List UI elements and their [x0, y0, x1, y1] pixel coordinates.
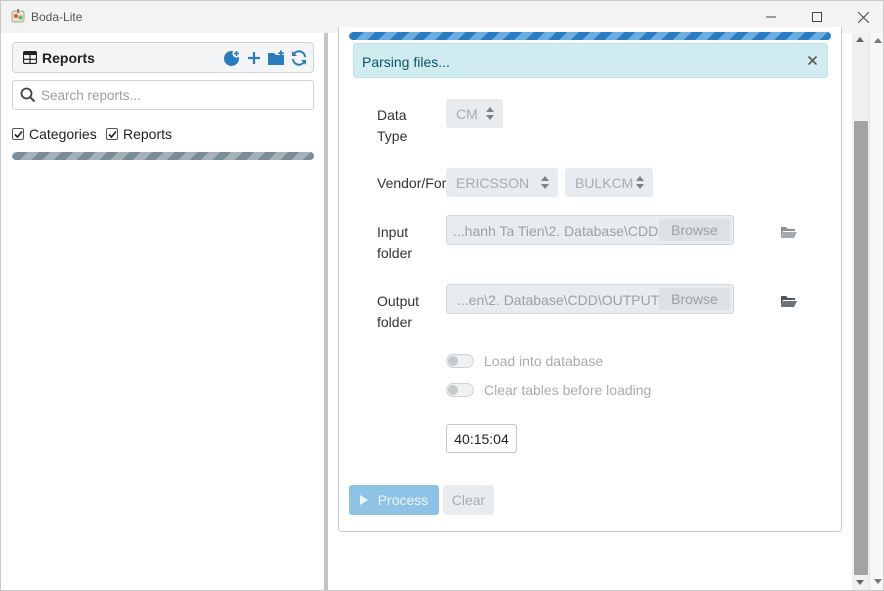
process-form: Parsing files... Data Type CM Vendor/For…	[338, 27, 842, 532]
close-window-button[interactable]	[840, 1, 883, 33]
alert-text: Parsing files...	[362, 54, 450, 70]
search-icon	[20, 87, 36, 103]
data-type-label-line2: Type	[377, 128, 408, 144]
scroll-up-arrow-icon[interactable]	[856, 37, 864, 42]
main-content: Parsing files... Data Type CM Vendor/For…	[328, 27, 852, 590]
input-folder-label-line2: folder	[377, 245, 413, 261]
input-folder-label: Input folder	[377, 222, 412, 264]
alert-close-button[interactable]	[806, 54, 818, 66]
maximize-icon	[812, 12, 822, 22]
play-icon	[359, 495, 368, 505]
plus-icon	[248, 52, 260, 64]
format-value: BULKCM	[575, 174, 634, 191]
checkmark-icon	[107, 130, 117, 138]
output-folder-field[interactable]: ...en\2. Database\CDD\OUTPUT Browse	[446, 284, 734, 314]
categories-label: Categories	[29, 126, 97, 142]
reports-checkbox[interactable]	[106, 128, 118, 140]
search-box[interactable]	[12, 80, 314, 110]
sort-arrows-icon	[636, 176, 644, 189]
format-select[interactable]: BULKCM	[565, 168, 653, 197]
input-folder-label-line1: Input	[377, 224, 409, 240]
data-type-label: Data Type	[377, 105, 407, 147]
outer-scroll-up-icon[interactable]	[874, 38, 882, 43]
outer-scroll-down-icon[interactable]	[874, 579, 882, 584]
reports-label: Reports	[123, 126, 173, 142]
checkmark-icon	[13, 130, 23, 138]
scrollbar-thumb[interactable]	[854, 121, 868, 575]
reports-panel: Reports Search reports... Categories Rep…	[1, 33, 324, 590]
load-into-database-toggle[interactable]	[446, 354, 474, 368]
open-folder-icon[interactable]	[780, 294, 798, 308]
output-folder-label-line2: folder	[377, 314, 413, 330]
status-alert: Parsing files...	[353, 43, 828, 78]
output-browse-button[interactable]: Browse	[659, 288, 730, 310]
folder-plus-icon	[268, 50, 284, 65]
output-folder-label: Output folder	[377, 291, 419, 333]
vendor-select[interactable]: ERICSSON	[446, 168, 558, 197]
clear-tables-label: Clear tables before loading	[484, 382, 652, 398]
open-folder-icon[interactable]	[780, 225, 798, 239]
vertical-scrollbar[interactable]	[852, 33, 883, 590]
input-folder-path: ...hanh Ta Tien\2. Database\CDD	[453, 223, 659, 239]
add-folder-button[interactable]	[266, 48, 286, 68]
process-label: Process	[377, 492, 429, 508]
scrollbar-track[interactable]	[852, 33, 869, 590]
app-window: Boda-Lite Reports Search reports... Cate…	[0, 0, 884, 591]
reports-loading-bar	[12, 152, 314, 160]
input-browse-button[interactable]: Browse	[659, 219, 730, 241]
vendor-value: ERICSSON	[456, 174, 530, 191]
clear-tables-toggle-row[interactable]: Clear tables before loading	[446, 382, 651, 398]
reports-checkbox-row[interactable]: Reports	[106, 126, 172, 142]
categories-checkbox[interactable]	[12, 128, 24, 140]
close-icon	[857, 11, 869, 23]
categories-checkbox-row[interactable]: Categories	[12, 126, 97, 142]
data-type-label-line1: Data	[377, 107, 407, 123]
clear-tables-toggle[interactable]	[446, 383, 474, 397]
table-icon	[23, 51, 37, 64]
add-button[interactable]	[244, 48, 264, 68]
sort-arrows-icon	[486, 107, 494, 120]
data-type-value: CM	[456, 105, 478, 122]
load-into-database-toggle-row[interactable]: Load into database	[446, 353, 603, 369]
search-input[interactable]	[41, 84, 309, 106]
reports-title: Reports	[42, 50, 95, 66]
clear-button[interactable]: Clear	[443, 485, 494, 515]
processing-progress-bar	[349, 32, 831, 40]
window-title: Boda-Lite	[31, 10, 83, 24]
output-folder-path: ...en\2. Database\CDD\OUTPUT	[457, 292, 660, 308]
data-type-select[interactable]: CM	[446, 99, 503, 128]
input-folder-field[interactable]: ...hanh Ta Tien\2. Database\CDD Browse	[446, 215, 734, 245]
pie-chart-plus-icon	[224, 49, 241, 66]
close-icon	[807, 55, 817, 65]
output-folder-label-line1: Output	[377, 293, 420, 309]
app-logo-icon	[11, 9, 25, 23]
load-into-database-label: Load into database	[484, 353, 604, 369]
reports-header: Reports	[12, 42, 314, 73]
elapsed-time-display: 40:15:04	[446, 424, 517, 453]
refresh-button[interactable]	[289, 48, 309, 68]
scroll-down-arrow-icon[interactable]	[856, 580, 864, 585]
refresh-icon	[292, 50, 306, 66]
outer-scrollbar[interactable]	[869, 33, 883, 590]
sort-arrows-icon	[541, 176, 549, 189]
add-report-button[interactable]	[222, 48, 242, 68]
minimize-icon	[766, 16, 776, 18]
process-button[interactable]: Process	[349, 485, 439, 515]
